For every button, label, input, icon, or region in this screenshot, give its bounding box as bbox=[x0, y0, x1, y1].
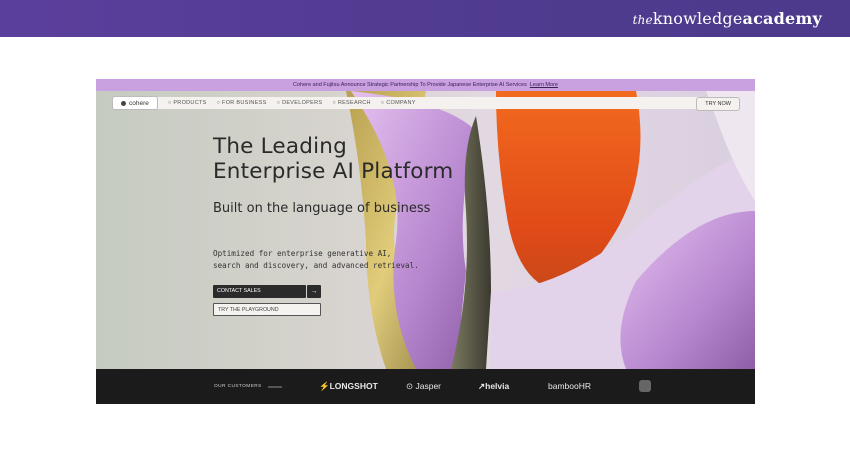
contact-sales-button[interactable]: CONTACT SALES bbox=[213, 285, 306, 298]
customers-strip: OUR CUSTOMERS ⚡LONGSHOT ⊙ Jasper ↗helvia… bbox=[96, 369, 755, 404]
hero-headline: The Leading Enterprise AI Platform bbox=[213, 134, 453, 184]
main-nav: cohere ○ PRODUCTS ○ FOR BUSINESS ○ DEVEL… bbox=[112, 96, 740, 111]
faded-logo bbox=[268, 386, 282, 388]
jasper-logo: ⊙ Jasper bbox=[406, 381, 441, 391]
logo-academy: academy bbox=[742, 9, 822, 28]
bamboohr-logo: bambooHR bbox=[548, 381, 591, 391]
page-header-bar: theknowledgeacademy bbox=[0, 0, 850, 37]
logo-knowledge: knowledge bbox=[652, 9, 743, 28]
helvia-logo: ↗helvia bbox=[478, 381, 510, 391]
arrow-right-icon[interactable]: → bbox=[307, 285, 321, 298]
nav-research[interactable]: ○ RESEARCH bbox=[332, 100, 370, 106]
try-now-button[interactable]: TRY NOW bbox=[696, 97, 740, 111]
nav-for-business[interactable]: ○ FOR BUSINESS bbox=[217, 100, 267, 106]
headline-line-1: The Leading bbox=[213, 134, 347, 159]
announcement-learn-more-link[interactable]: Learn More bbox=[530, 82, 558, 88]
nav-developers[interactable]: ○ DEVELOPERS bbox=[277, 100, 323, 106]
announcement-text: Cohere and Fujitsu Announce Strategic Pa… bbox=[293, 82, 527, 88]
hero-subheadline: Built on the language of business bbox=[213, 201, 431, 216]
customers-label: OUR CUSTOMERS bbox=[214, 384, 262, 389]
hero-description: Optimized for enterprise generative AI, … bbox=[213, 249, 419, 270]
hero-abstract-art bbox=[346, 91, 755, 369]
nav-products[interactable]: ○ PRODUCTS bbox=[168, 100, 207, 106]
partner-logo-icon bbox=[639, 380, 651, 392]
knowledge-academy-logo[interactable]: theknowledgeacademy bbox=[633, 9, 822, 28]
cohere-website-screenshot: Cohere and Fujitsu Announce Strategic Pa… bbox=[96, 79, 755, 404]
announcement-bar: Cohere and Fujitsu Announce Strategic Pa… bbox=[96, 79, 755, 91]
nav-company[interactable]: ○ COMPANY bbox=[381, 100, 416, 106]
longshot-logo: ⚡LONGSHOT bbox=[319, 381, 378, 391]
logo-the: the bbox=[632, 13, 653, 27]
headline-line-2: Enterprise AI Platform bbox=[213, 159, 454, 184]
cohere-mark-icon bbox=[121, 100, 126, 106]
try-playground-button[interactable]: TRY THE PLAYGROUND bbox=[213, 303, 321, 316]
cohere-logo-text: cohere bbox=[129, 99, 149, 107]
cohere-logo[interactable]: cohere bbox=[112, 96, 158, 110]
hero-section: cohere ○ PRODUCTS ○ FOR BUSINESS ○ DEVEL… bbox=[96, 91, 755, 369]
